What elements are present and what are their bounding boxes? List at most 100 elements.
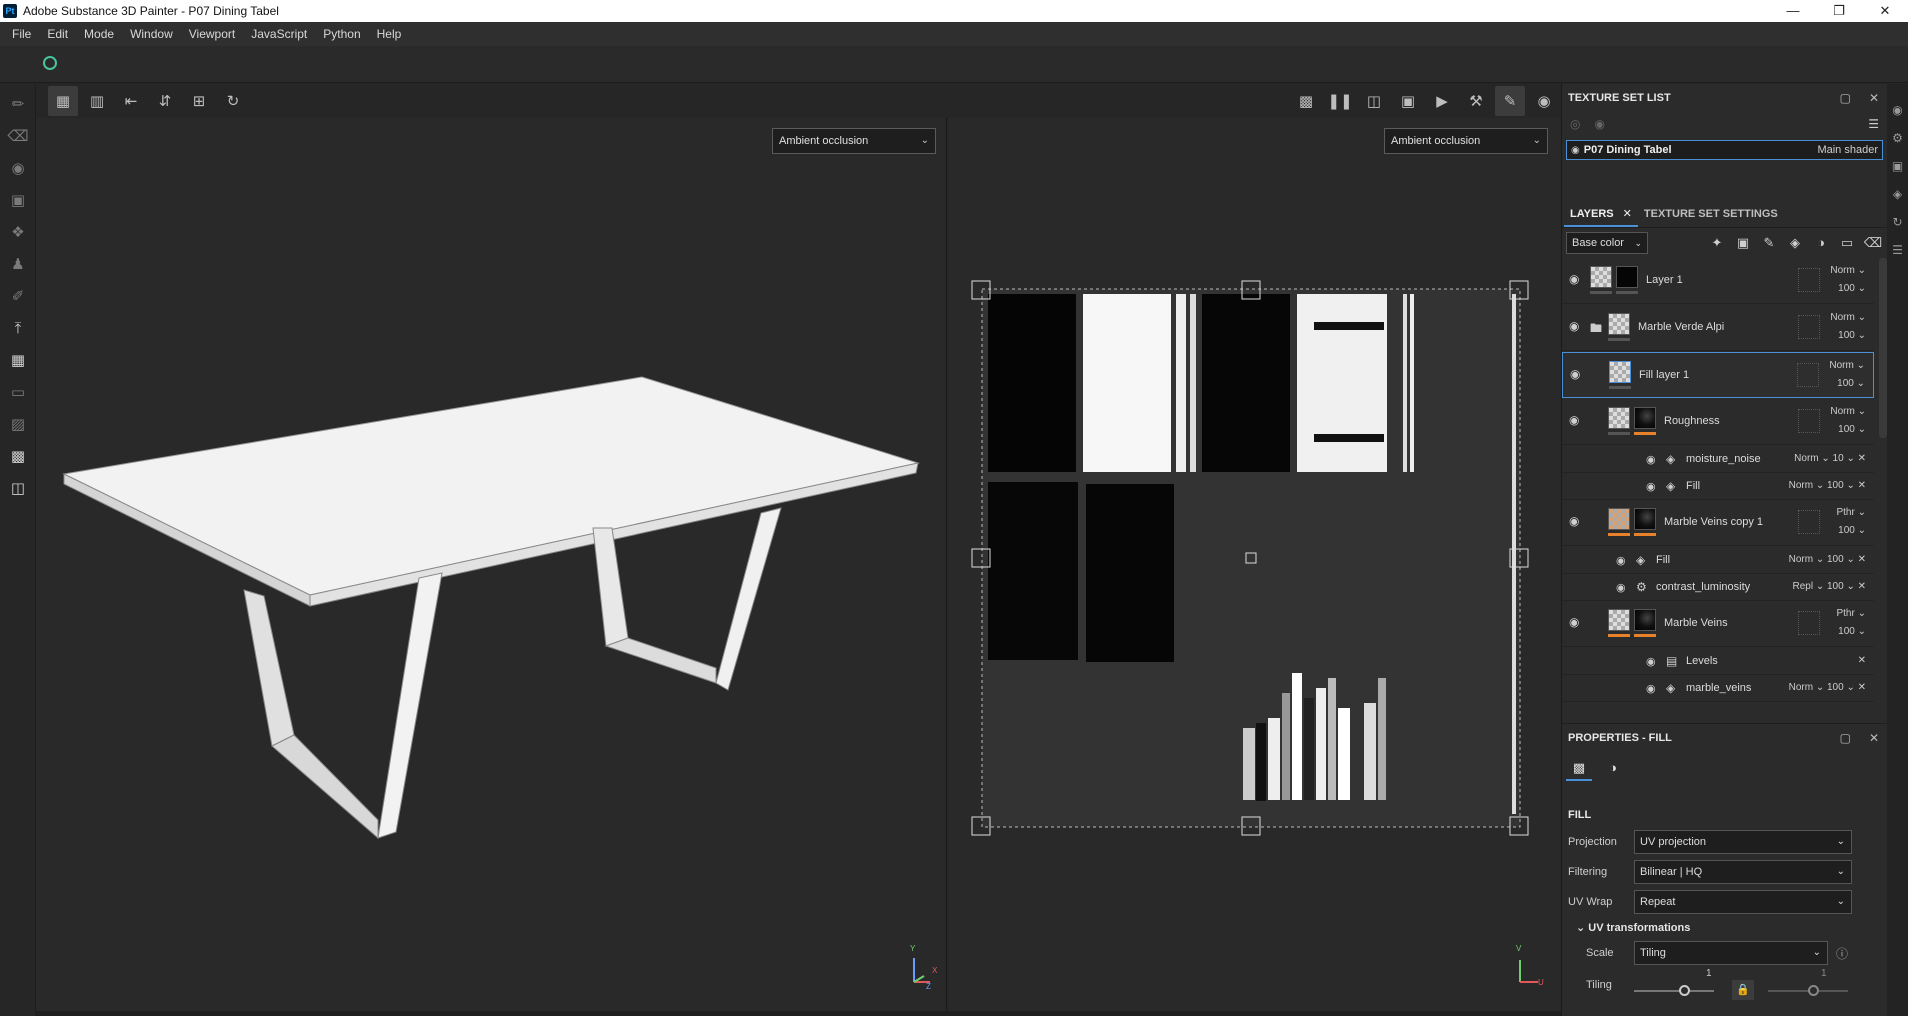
pause-icon[interactable]: ❚❚	[1325, 86, 1355, 116]
close-panel-icon[interactable]: ✕	[1869, 731, 1879, 745]
history-icon[interactable]: ↻	[218, 86, 248, 116]
menu-file[interactable]: File	[4, 27, 39, 41]
uv-transformations-group[interactable]: ⌄ UV transformations	[1562, 917, 1887, 938]
eye-icon[interactable]: ◉	[1569, 272, 1579, 286]
tile-grid-icon[interactable]: ▥	[82, 86, 112, 116]
layer-row[interactable]: ◉ 🖿 Marble Verde Alpi Norm ⌄ 100 ⌄	[1562, 305, 1874, 351]
scale-select[interactable]: Tiling ⌄	[1634, 941, 1828, 965]
blend-mode[interactable]: Pthr	[1836, 507, 1854, 518]
effect-blend[interactable]: Norm ⌄ 10 ⌄ ✕	[1794, 453, 1866, 464]
effect-row[interactable]: ◉ ◈ Fill Norm ⌄ 100 ⌄ ✕	[1562, 473, 1874, 500]
uv-grid-icon[interactable]: ▦	[48, 86, 78, 116]
delete-layer-icon[interactable]: ⌫	[1863, 233, 1883, 253]
effect-row[interactable]: ◉ ◈ Fill Norm ⌄ 100 ⌄ ✕	[1562, 547, 1874, 574]
effect-row[interactable]: ◉ ⚙ contrast_luminosity Repl ⌄ 100 ⌄ ✕	[1562, 574, 1874, 601]
brush-mode-icon[interactable]: ✎	[1495, 86, 1525, 116]
blend-settings[interactable]: Norm ⌄ 100 ⌄	[1830, 403, 1866, 439]
layer-row[interactable]: ◉ Marble Veins copy 1 Pthr ⌄ 100 ⌄	[1562, 500, 1874, 546]
sync-status-icon[interactable]	[43, 56, 57, 70]
channel-select[interactable]: Base color ⌄	[1566, 232, 1648, 254]
tab-texture-set-settings[interactable]: TEXTURE SET SETTINGS	[1638, 201, 1784, 227]
blend-settings[interactable]: Pthr ⌄ 100 ⌄	[1836, 504, 1866, 540]
menu-javascript[interactable]: JavaScript	[243, 27, 315, 41]
fit-frame-icon[interactable]: ⊞	[184, 86, 214, 116]
paint-brush-tool-icon[interactable]: ✏	[0, 88, 36, 120]
material-icon[interactable]: ◑	[1600, 755, 1626, 781]
menu-viewport[interactable]: Viewport	[181, 27, 243, 41]
effect-blend[interactable]: Repl ⌄ 100 ⌄ ✕	[1792, 581, 1866, 592]
tiling-u-track[interactable]	[1634, 990, 1714, 992]
blend-mode[interactable]: Norm	[1829, 360, 1853, 371]
eye-icon[interactable]: ◉	[1570, 367, 1580, 381]
material-picker-tool-icon[interactable]: ▦	[0, 344, 36, 376]
tiling-u-slider[interactable]	[1679, 985, 1690, 996]
tiling-v-slider[interactable]	[1808, 985, 1819, 996]
settings-dock-icon[interactable]: ⚙	[1887, 124, 1908, 152]
layer-row-selected[interactable]: ◉ Fill layer 1 Norm ⌄ 100 ⌄	[1562, 352, 1874, 398]
add-fill-layer-icon[interactable]: ◈	[1785, 233, 1805, 253]
bake-export-tool-icon[interactable]: ⤒	[0, 312, 36, 344]
eye-icon[interactable]: ◉	[1569, 413, 1579, 427]
float-panel-icon[interactable]: ▢	[1840, 731, 1851, 745]
eye-icon[interactable]: ◉	[1569, 615, 1579, 629]
add-folder-icon[interactable]: ▭	[1837, 233, 1857, 253]
menu-window[interactable]: Window	[122, 27, 181, 41]
menu-icon[interactable]: ☰	[1868, 117, 1879, 131]
menu-python[interactable]: Python	[315, 27, 368, 41]
shelf-dock-icon[interactable]: ◉	[1887, 96, 1908, 124]
color-picker-tool-icon[interactable]: ✐	[0, 280, 36, 312]
smudge-tool-icon[interactable]: ❖	[0, 216, 36, 248]
blend-settings[interactable]: Norm ⌄ 100 ⌄	[1829, 357, 1865, 393]
history-dock-icon[interactable]: ↻	[1887, 208, 1908, 236]
effect-blend[interactable]: Norm ⌄ 100 ⌄ ✕	[1789, 480, 1866, 491]
menu-help[interactable]: Help	[369, 27, 410, 41]
eye-icon[interactable]: ◉	[1646, 453, 1656, 466]
symmetry-icon[interactable]: ◫	[1359, 86, 1389, 116]
anchor-tool-icon[interactable]: ▭	[0, 376, 36, 408]
effect-row[interactable]: ◉ ▤ Levels ✕	[1562, 648, 1874, 675]
geometry-fill-tool-icon[interactable]: ▣	[0, 184, 36, 216]
opacity-value[interactable]: 100	[1838, 330, 1855, 341]
eye-icon[interactable]: ◉	[1646, 480, 1656, 493]
effect-blend[interactable]: Norm ⌄ 100 ⌄ ✕	[1789, 554, 1866, 565]
polygon-fill-tool-icon[interactable]: ▨	[0, 408, 36, 440]
mirror-horizontal-icon[interactable]: ⇤	[116, 86, 146, 116]
opacity-value[interactable]: 100	[1838, 283, 1855, 294]
add-paint-layer-icon[interactable]: ✎	[1759, 233, 1779, 253]
float-panel-icon[interactable]: ▢	[1840, 91, 1851, 105]
close-icon[interactable]: ✕	[1862, 0, 1908, 22]
opacity-value[interactable]: 100	[1838, 626, 1855, 637]
blend-mode[interactable]: Norm	[1830, 312, 1854, 323]
eraser-tool-icon[interactable]: ⌫	[0, 120, 36, 152]
viewport-2d[interactable]: Ambient occlusion ⌄ V U	[948, 118, 1561, 1011]
log-dock-icon[interactable]: ☰	[1887, 236, 1908, 264]
opacity-value[interactable]: 100	[1838, 424, 1855, 435]
blend-settings[interactable]: Pthr ⌄ 100 ⌄	[1836, 605, 1866, 641]
shelf-tool-icon[interactable]: ◫	[0, 472, 36, 504]
camera-dock-icon[interactable]: ◈	[1887, 180, 1908, 208]
display-dock-icon[interactable]: ▣	[1887, 152, 1908, 180]
blend-settings[interactable]: Norm ⌄ 100 ⌄	[1830, 262, 1866, 298]
mirror-vertical-icon[interactable]: ⇵	[150, 86, 180, 116]
paint-mode-icon[interactable]: ⚒	[1461, 86, 1491, 116]
menu-edit[interactable]: Edit	[39, 27, 76, 41]
close-icon[interactable]: ✕	[1623, 208, 1632, 220]
close-panel-icon[interactable]: ✕	[1869, 91, 1879, 105]
effect-row[interactable]: ◉ ◈ moisture_noise Norm ⌄ 10 ⌄ ✕	[1562, 446, 1874, 473]
blend-mode[interactable]: Norm	[1830, 265, 1854, 276]
tab-layers[interactable]: LAYERS ✕	[1564, 201, 1638, 227]
add-mask-icon[interactable]: ▣	[1733, 233, 1753, 253]
camera-video-icon[interactable]: ▶	[1427, 86, 1457, 116]
blend-mode[interactable]: Norm	[1830, 406, 1854, 417]
layer-row[interactable]: ◉ Marble Veins Pthr ⌄ 100 ⌄	[1562, 601, 1874, 647]
menu-mode[interactable]: Mode	[76, 27, 122, 41]
blend-mode[interactable]: Pthr	[1836, 608, 1854, 619]
eye-icon[interactable]: ◉	[1569, 514, 1579, 528]
eye-icon[interactable]: ◉	[1616, 554, 1626, 567]
eye-icon[interactable]: ◉	[1569, 319, 1579, 333]
eye-icon[interactable]: ◉	[1646, 655, 1656, 668]
fill-settings-icon[interactable]: ▩	[1566, 755, 1592, 781]
lock-icon[interactable]: 🔒	[1732, 980, 1754, 1000]
texture-set-shader[interactable]: Main shader	[1817, 144, 1878, 156]
eye-icon[interactable]: ◉	[1571, 145, 1580, 156]
